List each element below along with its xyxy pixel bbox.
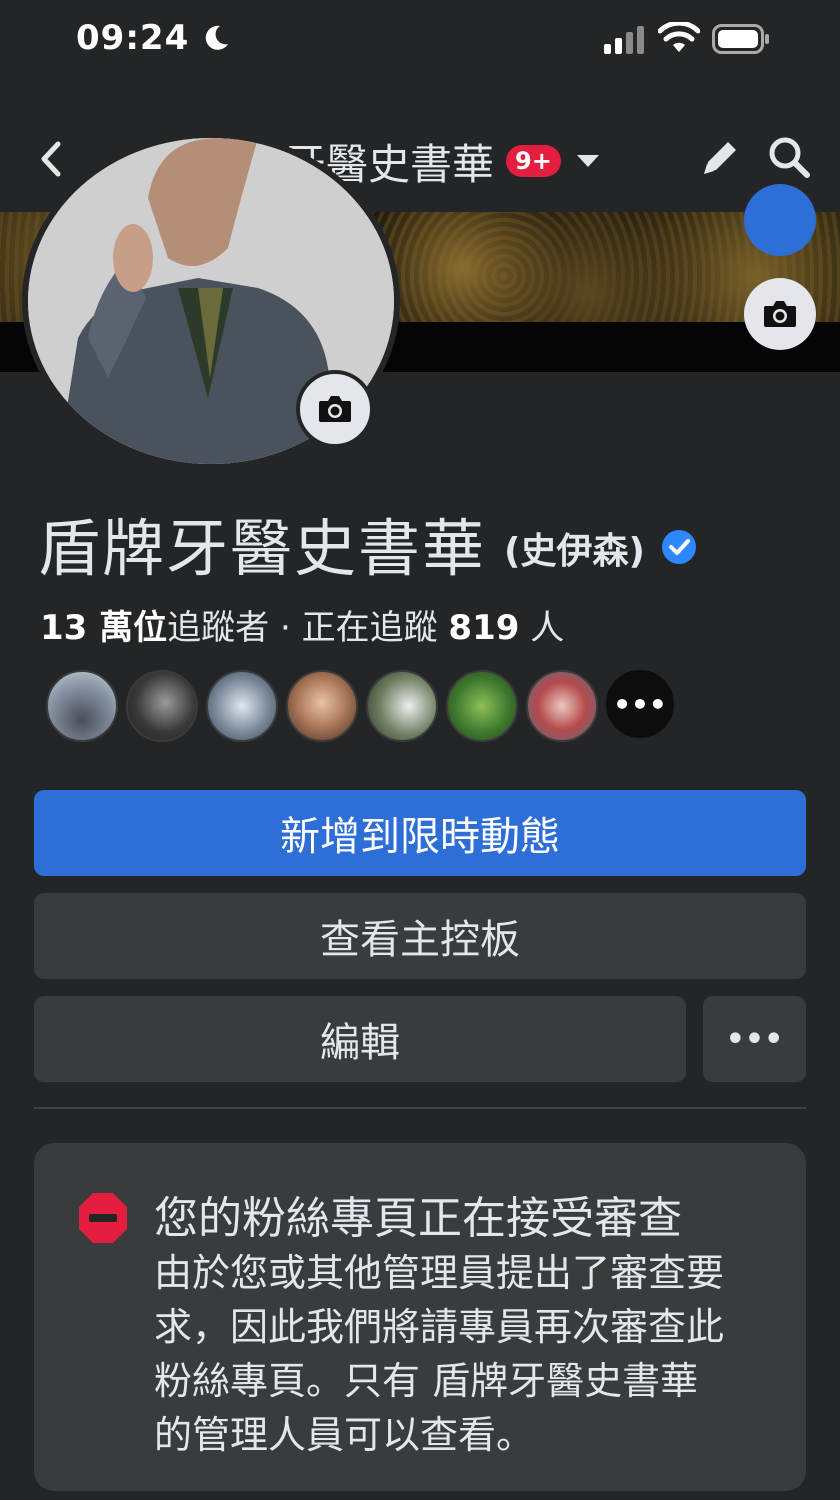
follower-avatar[interactable]	[206, 670, 278, 742]
notification-badge: 9+	[506, 145, 561, 177]
follower-avatar[interactable]	[286, 670, 358, 742]
followers-label: 追蹤者	[167, 608, 270, 648]
cellular-signal-icon	[604, 26, 644, 54]
edit-page-button[interactable]: 編輯	[34, 996, 686, 1082]
battery-icon	[712, 24, 769, 54]
following-count: 819	[448, 608, 520, 648]
section-divider	[34, 1107, 806, 1109]
stats-separator: ·	[269, 608, 302, 648]
dropdown-caret-icon	[576, 155, 599, 167]
followers-count: 13 萬位	[40, 608, 168, 648]
edit-page-label: 編輯	[320, 1020, 400, 1066]
followers-preview: •••	[46, 670, 674, 742]
edit-profile-picture-button[interactable]	[296, 370, 374, 448]
follower-avatar[interactable]	[126, 670, 198, 742]
following-prefix: 正在追蹤	[301, 608, 449, 648]
following-suffix: 人	[519, 608, 565, 648]
review-notice-body: 由於您或其他管理員提出了審查要求，因此我們將請專員再次審查此粉絲專頁。只有 盾牌…	[154, 1251, 725, 1457]
more-options-icon: •••	[725, 1021, 784, 1057]
camera-icon	[764, 301, 796, 327]
wifi-icon	[658, 22, 700, 52]
add-to-story-button[interactable]: 新增到限時動態	[34, 790, 806, 876]
edit-cover-button[interactable]	[744, 278, 816, 350]
page-alternate-name: (史伊森)	[504, 531, 645, 572]
cover-action-button[interactable]	[744, 184, 816, 256]
stop-warning-icon	[79, 1193, 127, 1243]
back-chevron-icon[interactable]	[30, 134, 74, 184]
add-to-story-label: 新增到限時動態	[280, 814, 560, 860]
page-name: 盾牌牙醫史書華	[38, 512, 487, 585]
review-notice-title: 您的粉絲專頁正在接受審查	[154, 1193, 682, 1244]
verified-badge-icon	[661, 530, 696, 564]
follow-stats[interactable]: 13 萬位追蹤者 · 正在追蹤 819 人	[40, 600, 564, 649]
search-icon[interactable]	[766, 134, 812, 180]
more-followers-label: •••	[613, 687, 667, 721]
view-dashboard-label: 查看主控板	[320, 917, 520, 963]
follower-avatar[interactable]	[526, 670, 598, 742]
page-name-row: 盾牌牙醫史書華 (史伊森)	[38, 498, 697, 588]
status-bar: 09:24	[0, 0, 840, 80]
camera-icon	[319, 396, 351, 422]
moon-icon	[205, 25, 228, 50]
follower-avatar[interactable]	[446, 670, 518, 742]
more-followers-button[interactable]: •••	[606, 670, 674, 738]
follower-avatar[interactable]	[46, 670, 118, 742]
more-options-button[interactable]: •••	[703, 996, 806, 1082]
status-time: 09:24	[76, 18, 190, 58]
view-dashboard-button[interactable]: 查看主控板	[34, 893, 806, 979]
pencil-edit-icon[interactable]	[698, 134, 744, 180]
follower-avatar[interactable]	[366, 670, 438, 742]
